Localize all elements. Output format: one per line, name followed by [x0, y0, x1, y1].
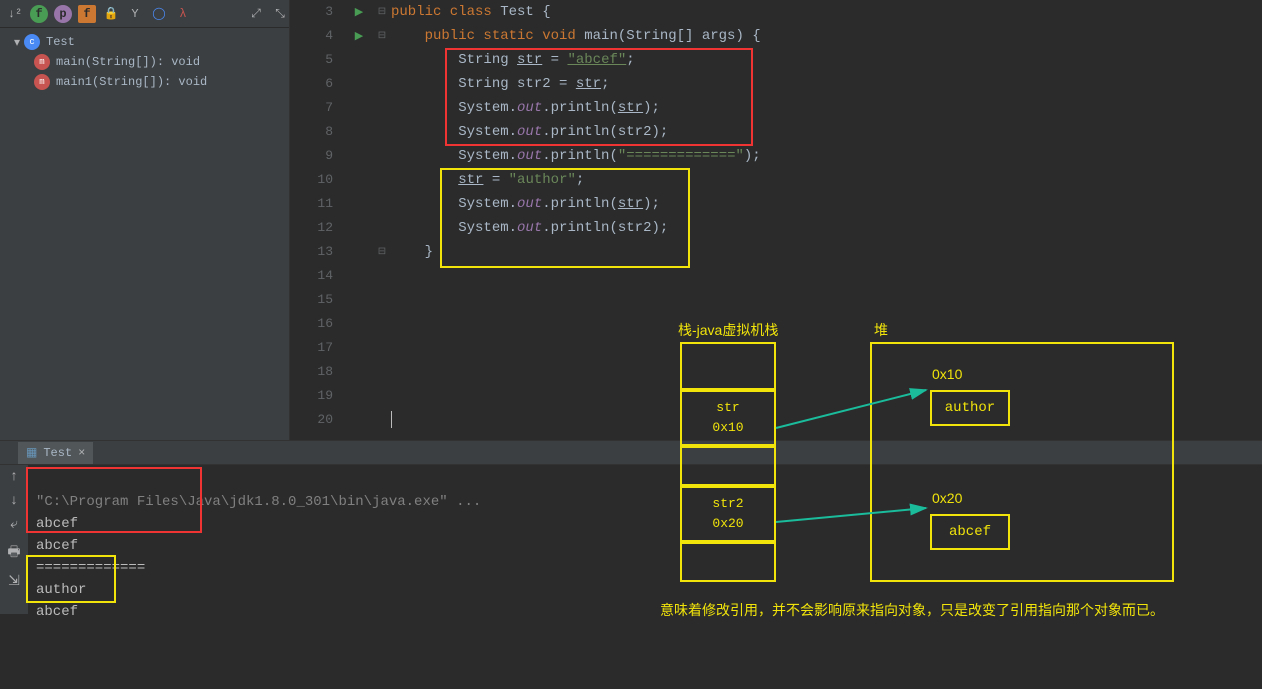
tree-method-label: main(String[]): void: [56, 55, 200, 69]
class-icon: c: [24, 34, 40, 50]
line-gutter: 345 678 91011 121314 151617 181920: [290, 0, 345, 440]
text-caret: [391, 411, 392, 428]
method-icon: m: [34, 74, 50, 90]
properties-icon[interactable]: p: [54, 5, 72, 23]
code-editor[interactable]: 345 678 91011 121314 151617 181920 ▶ ▶ ⊟…: [290, 0, 1262, 440]
export-icon[interactable]: ⇲: [8, 573, 20, 590]
tree-icon[interactable]: Y: [126, 5, 144, 23]
print-icon[interactable]: 🖶: [7, 541, 20, 565]
app-icon: ▦: [26, 445, 37, 460]
close-icon[interactable]: ×: [78, 446, 85, 460]
wrap-icon[interactable]: ⤶: [10, 517, 18, 533]
sort-icon[interactable]: ↓²: [6, 5, 24, 23]
run-tab-label: Test: [43, 446, 72, 460]
structure-toolbar: ↓² f p f 🔒 Y ◯ λ ⤢ ⤡: [0, 0, 289, 28]
tree-class[interactable]: ▾ c Test: [0, 32, 289, 52]
tree-method-label: main1(String[]): void: [56, 75, 207, 89]
expand-icon[interactable]: ⤢: [247, 5, 265, 23]
fold-gutter: ⊟⊟ ⊟: [373, 0, 391, 440]
tree-method[interactable]: m main1(String[]): void: [0, 72, 289, 92]
tree-class-label: Test: [46, 35, 75, 49]
circle-icon[interactable]: ◯: [150, 5, 168, 23]
down-icon[interactable]: ↓: [10, 493, 18, 509]
run-tab[interactable]: ▦ Test ×: [18, 442, 93, 464]
collapse-icon[interactable]: ⤡: [271, 5, 289, 23]
run-gutter: ▶ ▶: [345, 0, 373, 440]
method-icon: m: [34, 54, 50, 70]
fields-icon[interactable]: f: [30, 5, 48, 23]
run-method-icon[interactable]: ▶: [355, 29, 363, 43]
console-output[interactable]: "C:\Program Files\Java\jdk1.8.0_301\bin\…: [28, 465, 1262, 614]
lock-icon[interactable]: 🔒: [102, 5, 120, 23]
structure-panel: ↓² f p f 🔒 Y ◯ λ ⤢ ⤡ ▾ c Test m main(Str…: [0, 0, 290, 440]
lambda-icon[interactable]: λ: [174, 5, 192, 23]
run-panel: ▦ Test × ↑ ↓ ⤶ 🖶 ⇲ "C:\Program Files\Jav…: [0, 440, 1262, 614]
tree-method[interactable]: m main(String[]): void: [0, 52, 289, 72]
up-icon[interactable]: ↑: [10, 469, 18, 485]
fields2-icon[interactable]: f: [78, 5, 96, 23]
run-class-icon[interactable]: ▶: [355, 5, 363, 19]
